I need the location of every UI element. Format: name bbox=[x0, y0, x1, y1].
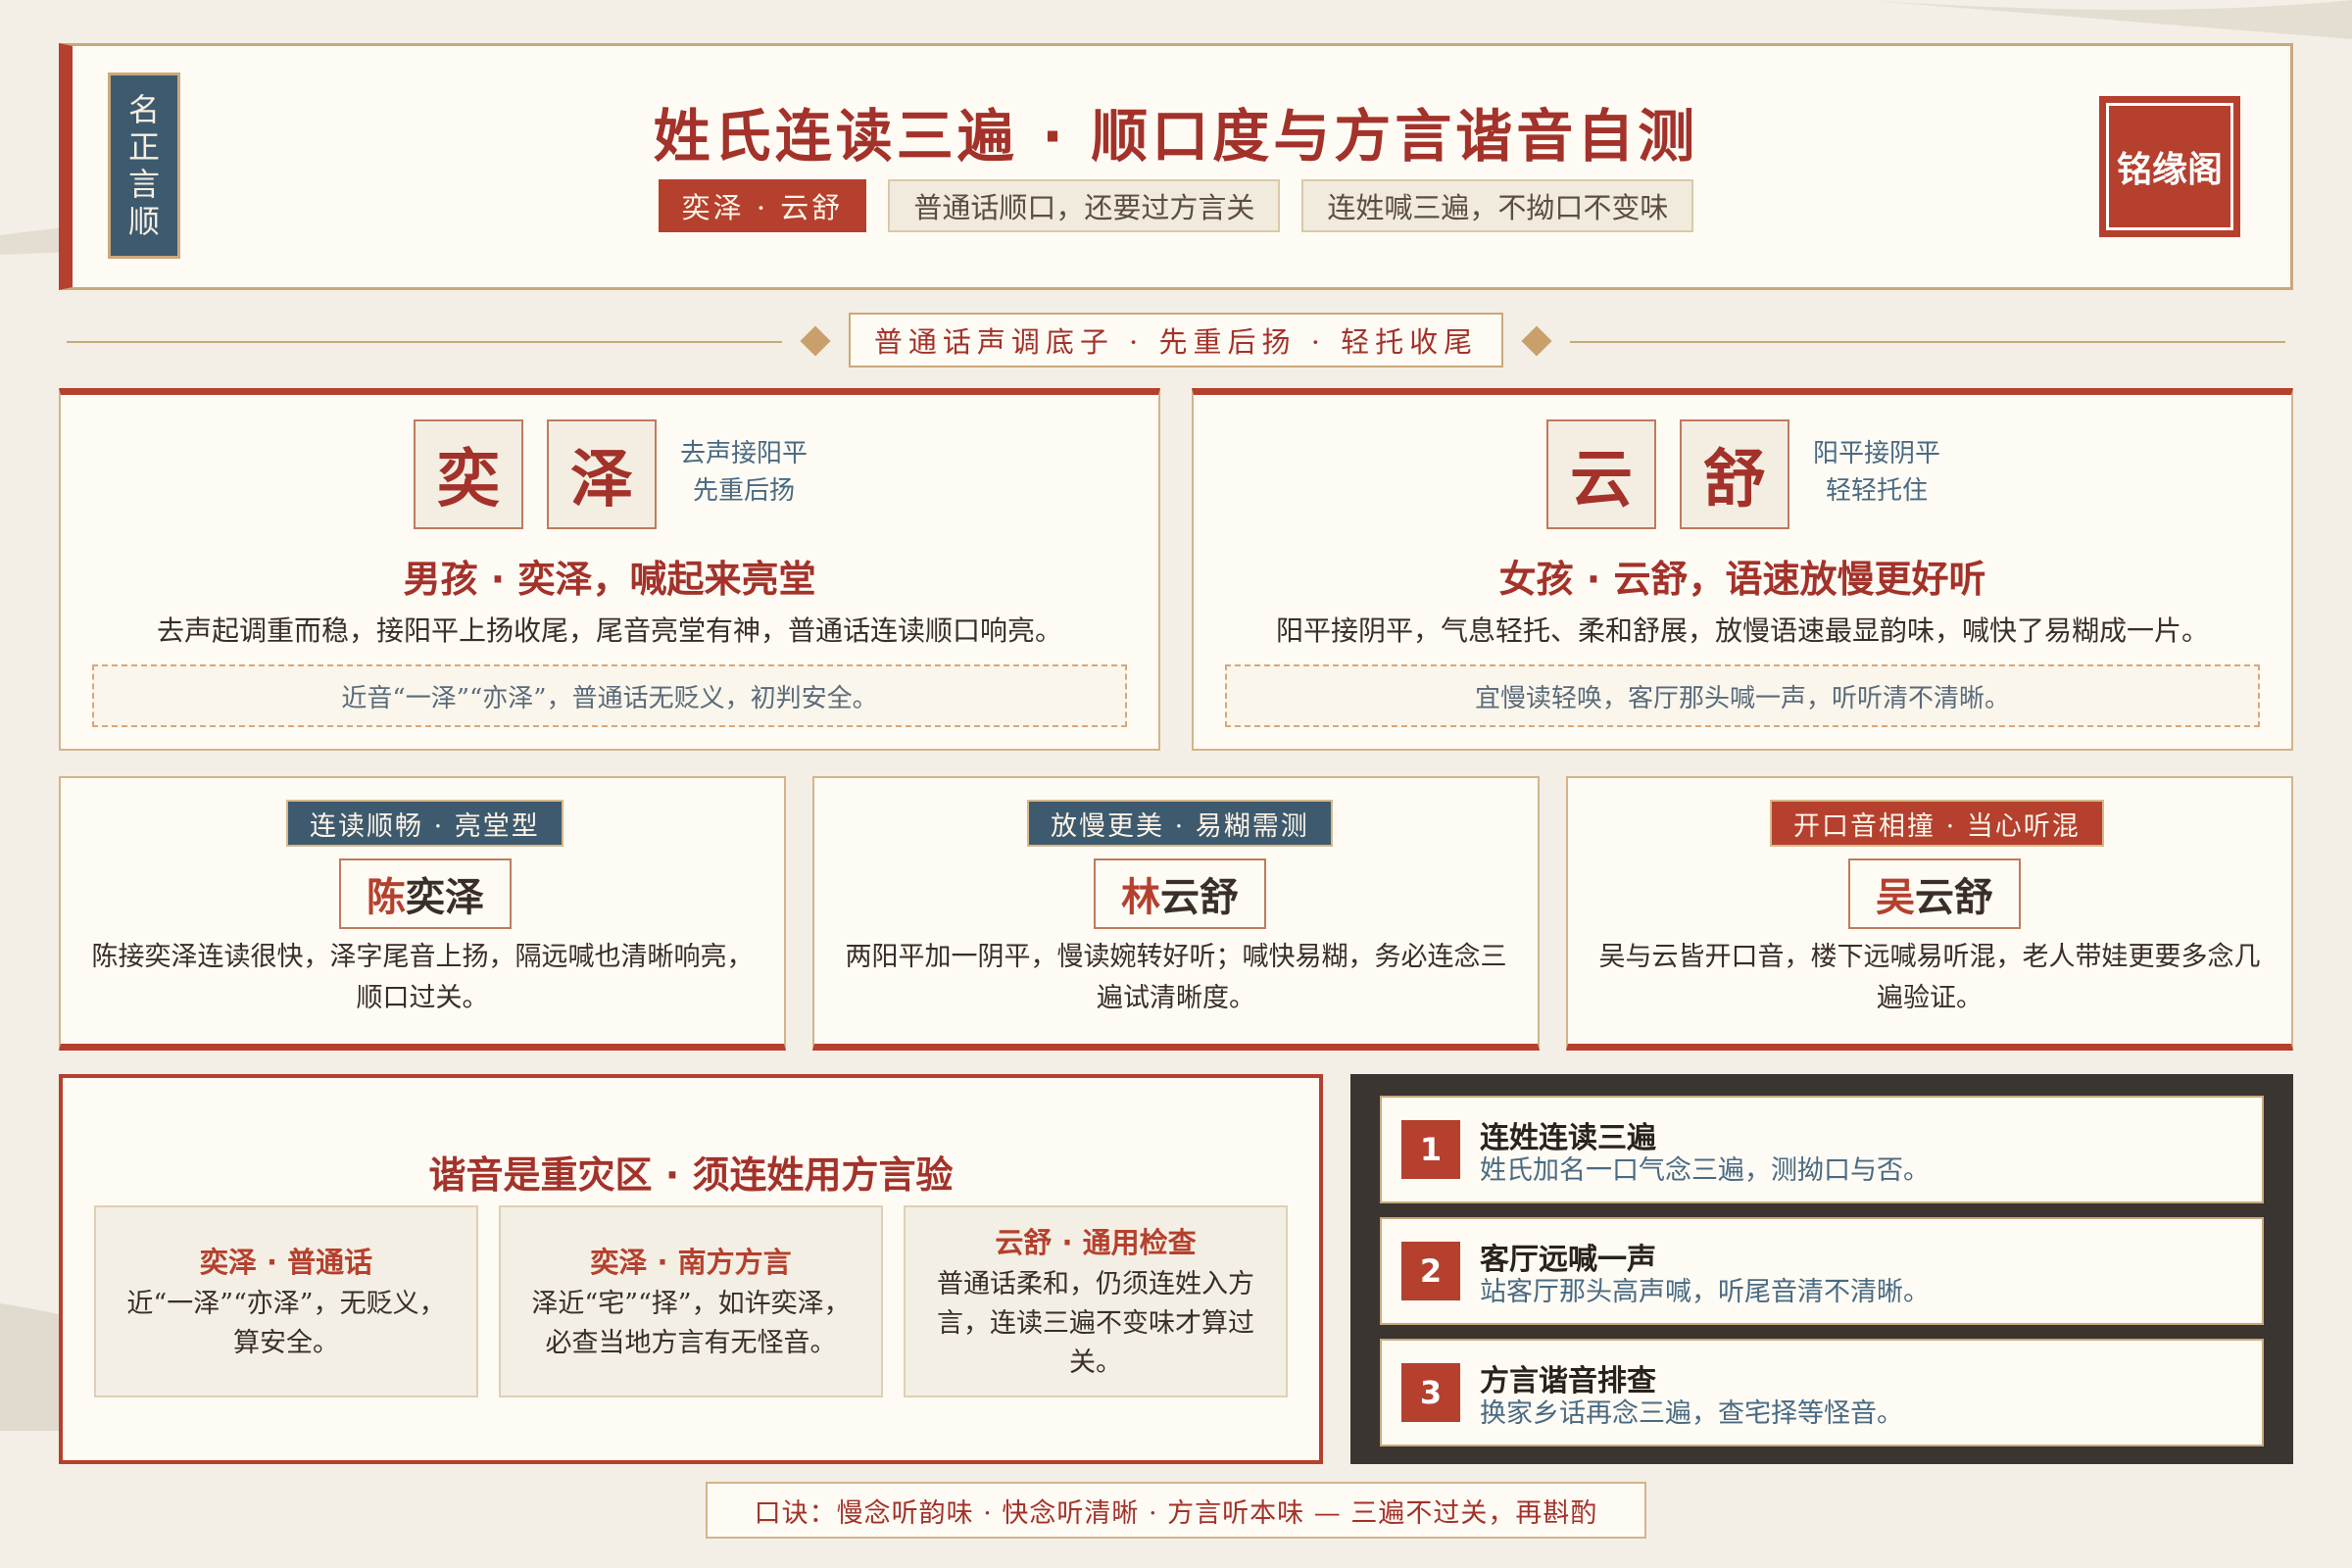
tone-line-1: 去声接阳平 bbox=[679, 439, 808, 468]
tone-note-yize: 去声接阳平 先重后扬 bbox=[670, 435, 817, 510]
divider-line-right bbox=[1570, 341, 2285, 343]
homophone-title: 谐音是重灾区 · 须连姓用方言验 bbox=[428, 1153, 954, 1197]
given-name: 云舒 bbox=[1160, 875, 1239, 920]
header-tag-names: 奕泽 · 云舒 bbox=[658, 179, 867, 232]
step-number-1: 1 bbox=[1401, 1120, 1460, 1179]
char-box-shu: 舒 bbox=[1680, 419, 1789, 529]
tone-line-2: 轻轻托住 bbox=[1825, 476, 1928, 506]
full-desc-wu: 吴与云皆开口音，楼下远喊易听混，老人带娃更要多念几遍验证。 bbox=[1598, 942, 2261, 1013]
char-box-yi: 奕 bbox=[414, 419, 523, 529]
full-tag-chen: 连读顺畅 · 亮堂型 bbox=[286, 800, 564, 847]
homophone-item-mandarin: 奕泽 · 普通话 近“一泽”“亦泽”，无贬义，算安全。 bbox=[94, 1205, 478, 1397]
step-number-2: 2 bbox=[1401, 1242, 1460, 1300]
char-box-yun: 云 bbox=[1546, 419, 1656, 529]
card-title-yize: 男孩 · 奕泽，喊起来亮堂 bbox=[403, 558, 816, 601]
seal-right-stamp: 铭缘阁 bbox=[2099, 96, 2240, 237]
homophone-item-southern: 奕泽 · 南方方言 泽近“宅”“择”，如许奕泽，必查当地方言有无怪音。 bbox=[499, 1205, 883, 1397]
homophone-item-text: 普通话柔和，仍须连姓入方言，连读三遍不变味才算过关。 bbox=[937, 1269, 1254, 1378]
step-number-3: 3 bbox=[1401, 1363, 1460, 1422]
motto-banner: 普通话声调底子 · 先重后扬 · 轻托收尾 bbox=[849, 313, 1503, 368]
step-desc-2: 站客厅那头高声喊，听尾音清不清晰。 bbox=[1480, 1277, 1930, 1307]
homophone-item-general: 云舒 · 通用检查 普通话柔和，仍须连姓入方言，连读三遍不变味才算过关。 bbox=[904, 1205, 1288, 1397]
divider-line-left bbox=[67, 341, 782, 343]
seal-left-vertical: 名正言顺 bbox=[108, 73, 180, 259]
homophone-item-text: 近“一泽”“亦泽”，无贬义，算安全。 bbox=[126, 1289, 446, 1358]
tone-note-yunshu: 阳平接阴平 轻轻托住 bbox=[1803, 435, 1950, 510]
char-box-ze: 泽 bbox=[547, 419, 657, 529]
full-tag-lin: 放慢更美 · 易糊需测 bbox=[1027, 800, 1333, 847]
tone-line-1: 阳平接阴平 bbox=[1812, 439, 1940, 468]
header-tag-row: 奕泽 · 云舒 普通话顺口，还要过方言关 连姓喊三遍，不拗口不变味 bbox=[196, 179, 2156, 232]
full-name-lin-yunshu: 林云舒 bbox=[1094, 858, 1266, 929]
homophone-item-text: 泽近“宅”“择”，如许奕泽，必查当地方言有无怪音。 bbox=[531, 1289, 851, 1358]
card-desc-yize: 去声起调重而稳，接阳平上扬收尾，尾音亮堂有神，普通话连读顺口响亮。 bbox=[156, 614, 1062, 647]
diamond-icon-right bbox=[1521, 325, 1552, 357]
footer-mnemonic: 口诀：慢念听韵味 · 快念听清晰 · 方言听本味 — 三遍不过关，再斟酌 bbox=[706, 1482, 1646, 1539]
full-name-chen-yize: 陈奕泽 bbox=[339, 858, 512, 929]
full-desc-lin: 两阳平加一阴平，慢读婉转好听；喊快易糊，务必连念三遍试清晰度。 bbox=[845, 942, 1507, 1013]
full-desc-chen: 陈接奕泽连读很快，泽字尾音上扬，隔远喊也清晰响亮，顺口过关。 bbox=[91, 942, 754, 1013]
given-name: 奕泽 bbox=[406, 875, 484, 920]
given-name: 云舒 bbox=[1915, 875, 1993, 920]
homophone-item-title: 奕泽 · 普通话 bbox=[199, 1246, 373, 1279]
card-note-yunshu: 宜慢读轻唤，客厅那头喊一声，听听清不清晰。 bbox=[1225, 664, 2260, 727]
surname-chen: 陈 bbox=[367, 875, 406, 920]
tone-line-2: 先重后扬 bbox=[692, 476, 795, 506]
header-tag-triple: 连姓喊三遍，不拗口不变味 bbox=[1301, 179, 1694, 232]
card-desc-yunshu: 阳平接阴平，气息轻托、柔和舒展，放慢语速最显韵味，喊快了易糊成一片。 bbox=[1275, 614, 2209, 647]
full-tag-wu: 开口音相撞 · 当心听混 bbox=[1770, 800, 2104, 847]
card-note-yize: 近音“一泽”“亦泽”，普通话无贬义，初判安全。 bbox=[92, 664, 1127, 727]
full-name-wu-yunshu: 吴云舒 bbox=[1848, 858, 2021, 929]
card-title-yunshu: 女孩 · 云舒，语速放慢更好听 bbox=[1498, 558, 1986, 601]
step-desc-1: 姓氏加名一口气念三遍，测拗口与否。 bbox=[1480, 1155, 1930, 1186]
surname-lin: 林 bbox=[1121, 875, 1160, 920]
diamond-icon-left bbox=[800, 325, 831, 357]
header-tag-dialect: 普通话顺口，还要过方言关 bbox=[888, 179, 1281, 232]
surname-wu: 吴 bbox=[1876, 875, 1915, 920]
homophone-item-title: 奕泽 · 南方方言 bbox=[590, 1246, 792, 1279]
page-title: 姓氏连读三遍 · 顺口度与方言谐音自测 bbox=[653, 103, 1699, 170]
step-desc-3: 换家乡话再念三遍，查宅择等怪音。 bbox=[1480, 1398, 1903, 1429]
homophone-item-title: 云舒 · 通用检查 bbox=[995, 1226, 1197, 1259]
